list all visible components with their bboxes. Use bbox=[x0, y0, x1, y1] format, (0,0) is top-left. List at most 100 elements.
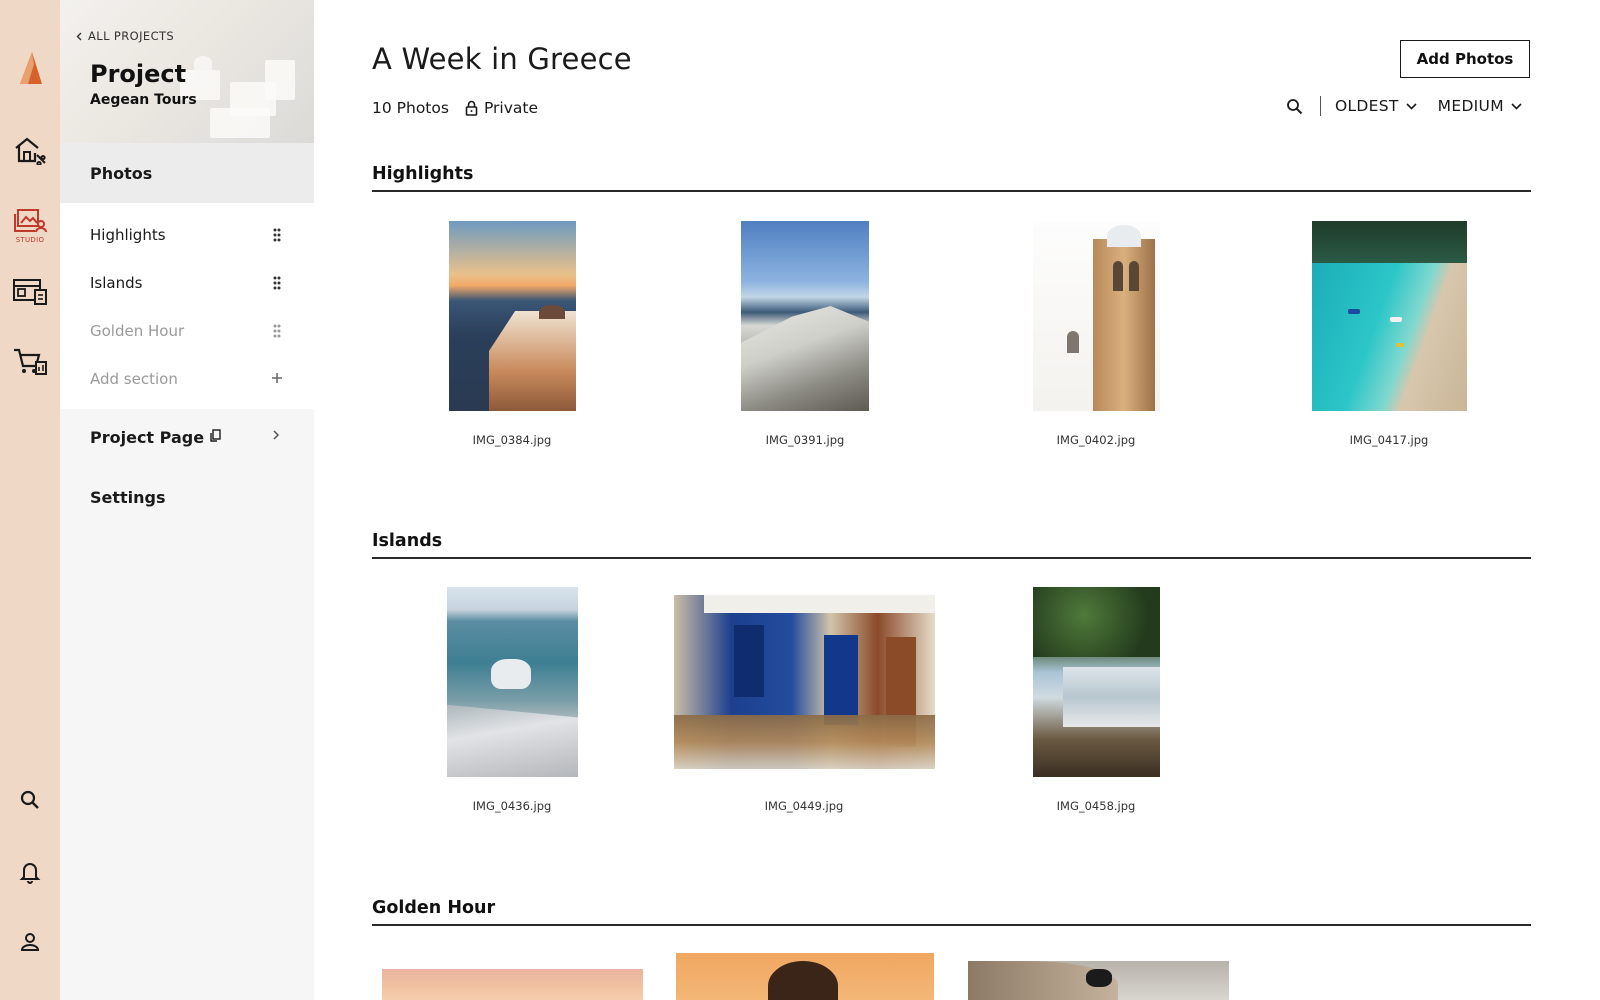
header-bg-shape bbox=[194, 56, 212, 70]
section-label: Islands bbox=[90, 274, 143, 292]
photo-detail bbox=[768, 961, 838, 1000]
photo-filename: IMG_0449.jpg bbox=[764, 799, 844, 813]
rail-notifications[interactable] bbox=[0, 852, 60, 892]
add-photos-button[interactable]: Add Photos bbox=[1400, 40, 1530, 78]
section-divider bbox=[372, 557, 1531, 559]
section-list: Highlights Islands Golden Hour Add secti… bbox=[60, 203, 314, 409]
photo-detail bbox=[1113, 261, 1123, 291]
sidebar-item-project-page[interactable]: Project Page bbox=[60, 412, 314, 462]
photo-filename: IMG_0458.jpg bbox=[1056, 799, 1136, 813]
privacy-status[interactable]: Private bbox=[484, 99, 538, 117]
add-section-button[interactable]: Add section bbox=[60, 355, 314, 403]
photo-detail bbox=[491, 659, 531, 689]
studio-label: STUDIO bbox=[15, 235, 45, 244]
photo-filename: IMG_0436.jpg bbox=[472, 799, 552, 813]
home-sales-icon bbox=[15, 137, 46, 165]
chevron-down-icon bbox=[1511, 102, 1522, 110]
photo-thumbnail[interactable] bbox=[1033, 587, 1160, 777]
gallery-meta: 10 Photos Private bbox=[372, 99, 538, 117]
header-bg-shape bbox=[210, 108, 270, 138]
rail-account[interactable] bbox=[0, 922, 60, 962]
logo-icon bbox=[20, 52, 42, 84]
thumbnail-size-dropdown[interactable]: MEDIUM bbox=[1438, 97, 1522, 115]
drag-handle-icon[interactable] bbox=[273, 324, 281, 338]
photo-detail bbox=[489, 311, 576, 411]
cart-chart-icon bbox=[14, 348, 47, 375]
chevron-left-icon bbox=[76, 32, 82, 40]
photo-detail bbox=[1129, 261, 1139, 291]
project-subtitle: Aegean Tours bbox=[90, 92, 197, 108]
toolbar-divider bbox=[1320, 96, 1321, 116]
sidebar-item-label: Photos bbox=[90, 163, 153, 183]
sort-value: OLDEST bbox=[1335, 97, 1399, 115]
search-icon bbox=[20, 790, 39, 809]
project-title: Project bbox=[90, 60, 187, 88]
project-sidebar: ALL PROJECTS Project Aegean Tours Photos… bbox=[60, 0, 314, 1000]
section-divider bbox=[372, 190, 1531, 192]
user-icon bbox=[20, 933, 40, 951]
photo-detail bbox=[1348, 309, 1360, 314]
section-title-highlights: Highlights bbox=[372, 164, 474, 184]
section-title-islands: Islands bbox=[372, 531, 443, 551]
section-divider bbox=[372, 924, 1531, 926]
sidebar-section-islands[interactable]: Islands bbox=[60, 259, 314, 307]
photo-thumbnail[interactable] bbox=[676, 953, 934, 1000]
photo-thumbnail[interactable] bbox=[1033, 221, 1160, 411]
photo-detail bbox=[1396, 343, 1404, 347]
search-icon bbox=[1287, 98, 1303, 114]
sidebar-section-golden-hour[interactable]: Golden Hour bbox=[60, 307, 314, 355]
project-page-label: Project Page bbox=[90, 427, 205, 447]
sidebar-section-highlights[interactable]: Highlights bbox=[60, 211, 314, 259]
drag-handle-icon[interactable] bbox=[273, 228, 281, 242]
section-title-golden-hour: Golden Hour bbox=[372, 898, 496, 918]
plus-icon bbox=[272, 373, 282, 383]
photo-detail bbox=[539, 305, 565, 319]
search-photos-button[interactable] bbox=[1286, 98, 1312, 115]
rail-studio[interactable]: STUDIO bbox=[0, 200, 60, 250]
photo-detail bbox=[1067, 331, 1079, 353]
photo-thumbnail[interactable] bbox=[447, 587, 578, 777]
photo-detail bbox=[704, 595, 935, 613]
all-projects-label: ALL PROJECTS bbox=[88, 29, 175, 43]
rail-store[interactable] bbox=[0, 340, 60, 382]
photo-thumbnail[interactable] bbox=[741, 221, 869, 411]
photo-detail bbox=[1390, 317, 1402, 322]
photo-detail bbox=[824, 635, 858, 725]
section-label: Highlights bbox=[90, 226, 166, 244]
page-title: A Week in Greece bbox=[372, 42, 632, 76]
photo-thumbnail[interactable] bbox=[1312, 221, 1467, 411]
photo-count: 10 Photos bbox=[372, 99, 449, 117]
photo-detail bbox=[1093, 239, 1155, 411]
photo-detail bbox=[1063, 667, 1160, 727]
rail-dashboard[interactable] bbox=[0, 128, 60, 172]
rail-invoices[interactable] bbox=[0, 270, 60, 312]
rail-search[interactable] bbox=[0, 780, 60, 820]
photo-detail bbox=[734, 625, 764, 697]
photo-detail bbox=[1312, 221, 1467, 263]
photo-filename: IMG_0384.jpg bbox=[472, 433, 552, 447]
sidebar-item-settings[interactable]: Settings bbox=[60, 472, 314, 522]
copy-icon[interactable] bbox=[210, 428, 221, 442]
brand-logo[interactable] bbox=[0, 44, 60, 92]
photo-thumbnail[interactable] bbox=[382, 969, 643, 1000]
lock-icon bbox=[465, 100, 478, 116]
photo-detail bbox=[1033, 587, 1160, 657]
sort-dropdown[interactable]: OLDEST bbox=[1335, 97, 1417, 115]
size-value: MEDIUM bbox=[1437, 97, 1504, 115]
bell-icon bbox=[19, 863, 41, 884]
photo-detail bbox=[1086, 969, 1112, 987]
settings-label: Settings bbox=[90, 487, 166, 507]
invoice-icon bbox=[13, 279, 47, 305]
add-section-label: Add section bbox=[90, 370, 178, 388]
icon-rail: STUDIO bbox=[0, 0, 60, 1000]
studio-icon bbox=[14, 208, 47, 232]
main-content: A Week in Greece 10 Photos Private Add P… bbox=[314, 0, 1600, 1000]
photo-thumbnail[interactable] bbox=[674, 595, 935, 769]
photo-thumbnail[interactable] bbox=[449, 221, 576, 411]
photo-filename: IMG_0391.jpg bbox=[765, 433, 845, 447]
photo-thumbnail[interactable] bbox=[968, 961, 1229, 1000]
all-projects-link[interactable]: ALL PROJECTS bbox=[76, 29, 174, 43]
sidebar-item-photos[interactable]: Photos bbox=[60, 143, 314, 203]
photo-detail bbox=[674, 715, 935, 769]
drag-handle-icon[interactable] bbox=[273, 276, 281, 290]
